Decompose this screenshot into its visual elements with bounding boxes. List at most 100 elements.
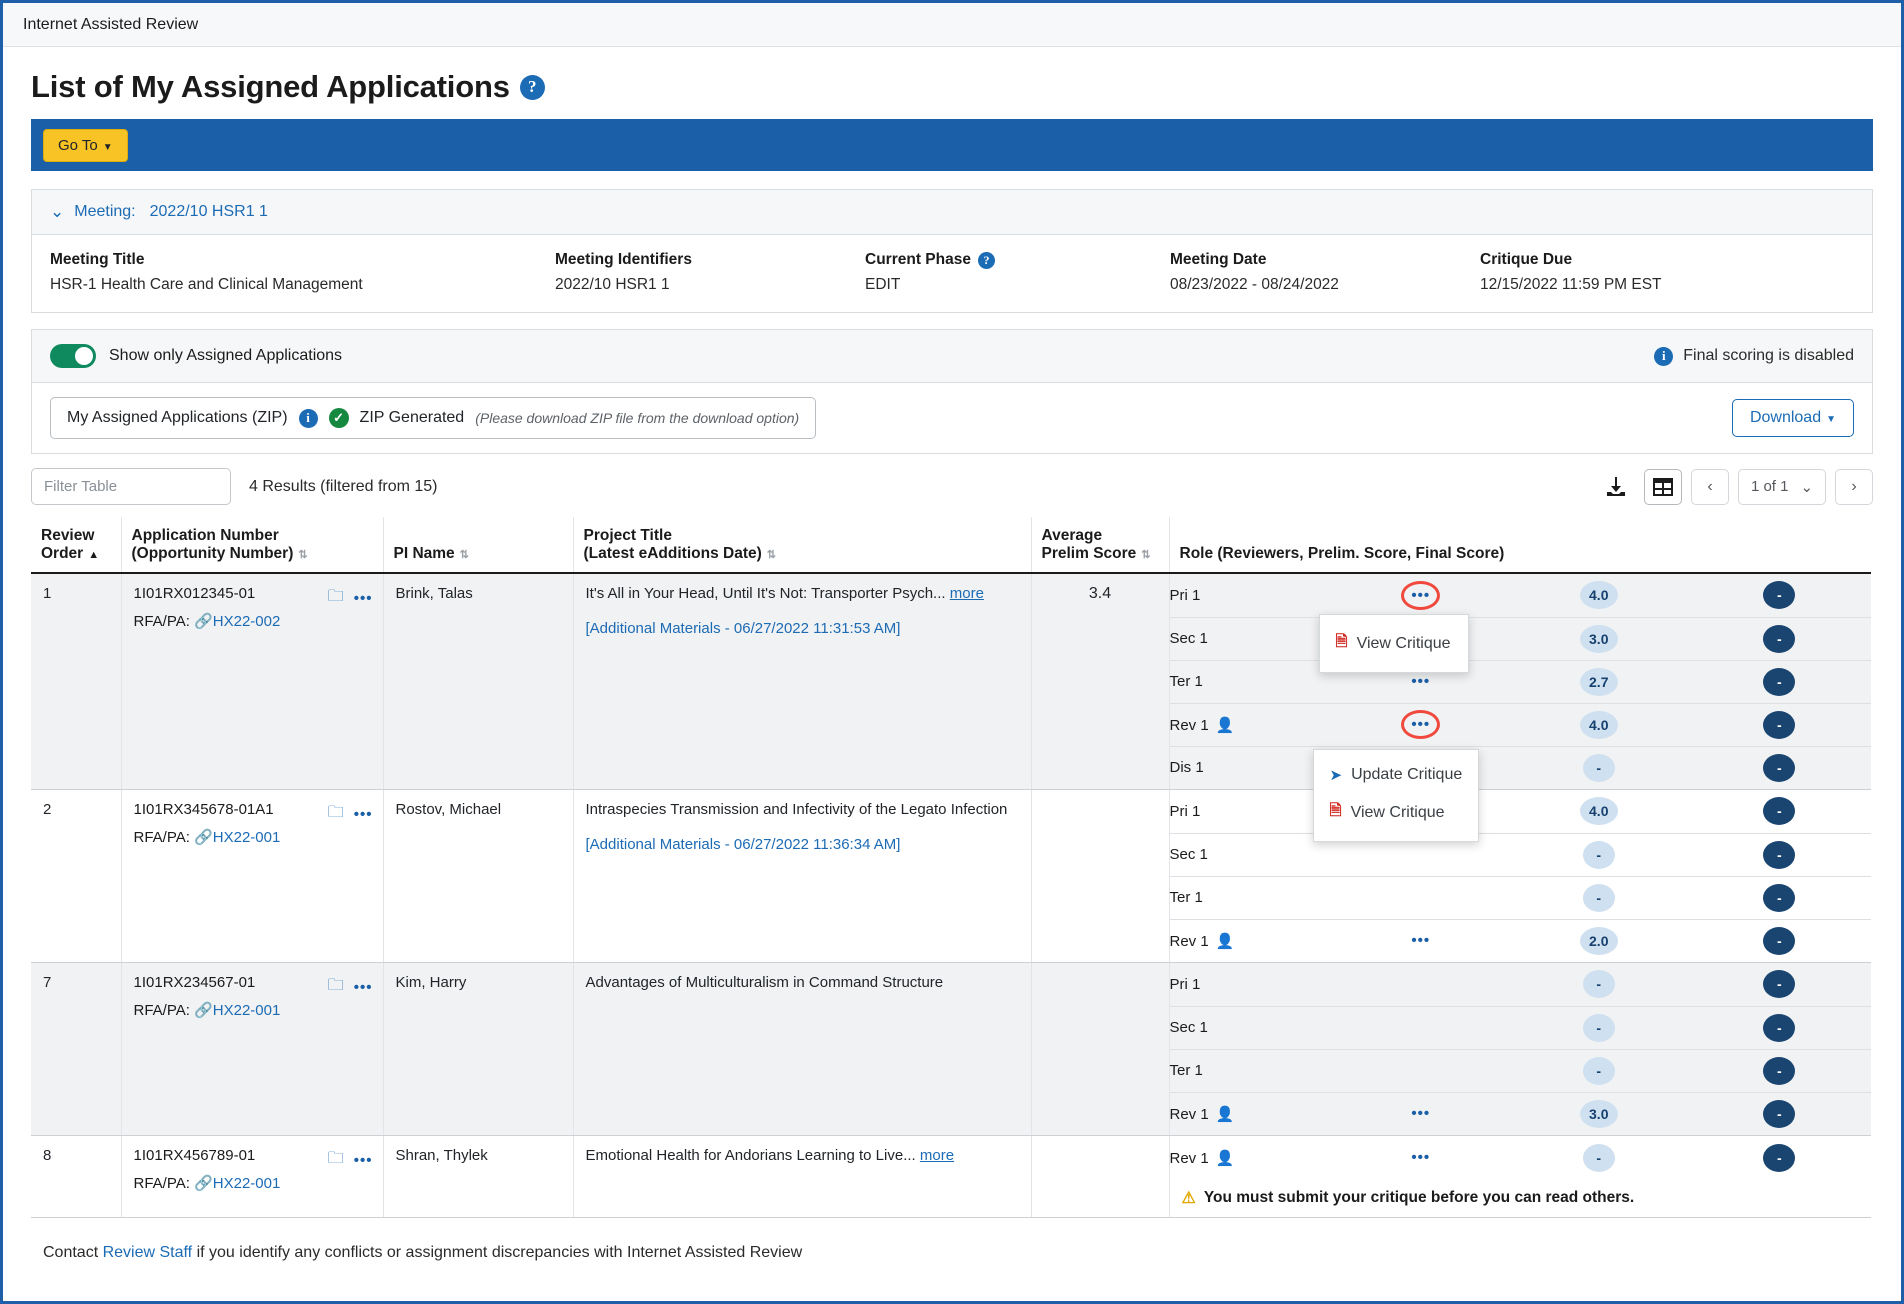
ellipsis-icon[interactable]: ••• bbox=[1411, 1105, 1430, 1122]
meeting-panel-header[interactable]: ⌄ Meeting: 2022/10 HSR1 1 bbox=[32, 190, 1872, 235]
table-row: 8 1I01RX456789-01 🗀 ••• RFA/PA: 🔗HX22-00… bbox=[31, 1135, 1871, 1218]
prelim-score-pill: - bbox=[1582, 1143, 1615, 1172]
more-link[interactable]: more bbox=[950, 585, 984, 602]
rfa-link[interactable]: HX22-001 bbox=[213, 829, 281, 846]
external-link-icon[interactable]: 🔗 bbox=[194, 829, 213, 846]
sort-both-icon: ⇅ bbox=[1141, 549, 1151, 561]
cell-roles: Rev 1 👤 ••• - - ⚠ You must submit your cr… bbox=[1169, 1135, 1871, 1218]
more-link[interactable]: more bbox=[920, 1147, 954, 1164]
go-to-button[interactable]: Go To ▼ bbox=[43, 128, 128, 162]
average-prelim-score bbox=[1032, 1136, 1169, 1147]
ellipsis-icon[interactable]: ••• bbox=[1411, 673, 1430, 690]
role-menu-highlight[interactable]: ••• bbox=[1401, 710, 1440, 739]
folder-open-icon[interactable]: 🗀 bbox=[328, 801, 344, 828]
review-staff-link[interactable]: Review Staff bbox=[103, 1244, 193, 1261]
prelim-score-pill: 3.0 bbox=[1579, 624, 1618, 653]
cell-application-number: 1I01RX012345-01 🗀 ••• RFA/PA: 🔗HX22-002 bbox=[121, 573, 384, 790]
project-title: It's All in Your Head, Until It's Not: T… bbox=[585, 585, 946, 602]
ellipsis-icon[interactable]: ••• bbox=[1411, 932, 1430, 949]
menu-item-view-critique[interactable]: 🗎 View Critique bbox=[1314, 792, 1479, 833]
cell-roles: Pri 1 ••• 4.0 - Sec 1 - - Ter 1 bbox=[1169, 789, 1871, 963]
prelim-score-pill: 4.0 bbox=[1579, 710, 1618, 739]
chevron-down-icon[interactable]: ⌄ bbox=[50, 202, 64, 222]
ellipsis-icon[interactable]: ••• bbox=[354, 590, 373, 607]
prelim-score-pill: - bbox=[1582, 883, 1615, 912]
review-order-value: 2 bbox=[43, 801, 52, 818]
additional-materials-link[interactable]: [Additional Materials - 06/27/2022 11:31… bbox=[586, 620, 1021, 637]
final-scoring-text: Final scoring is disabled bbox=[1683, 347, 1854, 364]
meeting-label: Meeting: bbox=[74, 203, 136, 220]
page-next-button[interactable]: › bbox=[1835, 468, 1873, 505]
question-circle-icon[interactable]: ? bbox=[977, 251, 995, 269]
final-score-pill: - bbox=[1763, 797, 1796, 826]
ellipsis-icon[interactable]: ••• bbox=[1411, 1149, 1430, 1166]
filter-table-input[interactable] bbox=[31, 468, 231, 505]
external-link-icon[interactable]: 🔗 bbox=[194, 1002, 213, 1019]
role-name: Ter 1 bbox=[1169, 1062, 1203, 1079]
page-select[interactable]: 1 of 1 ⌄ bbox=[1738, 468, 1826, 505]
ellipsis-icon[interactable]: ••• bbox=[1411, 716, 1430, 733]
cell-average-prelim-score: 3.4 bbox=[1031, 573, 1170, 790]
folder-open-icon[interactable]: 🗀 bbox=[328, 1147, 344, 1174]
col-average-prelim-score[interactable]: Average Prelim Score ⇅ bbox=[1031, 517, 1170, 574]
table-controls-right: ‹ 1 of 1 ⌄ › bbox=[1597, 468, 1873, 505]
info-circle-icon[interactable]: i bbox=[298, 408, 318, 428]
role-context-menu-b[interactable]: ➤ Update Critique 🗎 View Critique bbox=[1312, 749, 1480, 842]
ellipsis-icon[interactable]: ••• bbox=[354, 979, 373, 996]
menu-item-view-critique[interactable]: 🗎 View Critique bbox=[1320, 623, 1468, 664]
info-circle-icon[interactable]: i bbox=[1654, 346, 1674, 366]
pdf-file-icon: 🗎 bbox=[1329, 802, 1342, 819]
chevron-right-icon: › bbox=[1851, 477, 1857, 495]
zip-panel: My Assigned Applications (ZIP) i ✓ ZIP G… bbox=[31, 383, 1873, 454]
browser-window: Internet Assisted Review List of My Assi… bbox=[0, 0, 1904, 1304]
contact-prefix: Contact bbox=[43, 1244, 103, 1261]
role-row: Rev 1 👤 ••• 4.0 - bbox=[1169, 703, 1871, 747]
rfa-link[interactable]: HX22-001 bbox=[213, 1002, 281, 1019]
show-assigned-toggle[interactable] bbox=[50, 344, 96, 368]
cell-average-prelim-score bbox=[1031, 962, 1170, 1136]
table-grid-icon[interactable] bbox=[1644, 468, 1682, 505]
field-label: Meeting Identifiers bbox=[555, 251, 692, 268]
download-icon[interactable] bbox=[1597, 469, 1635, 505]
pi-name: Rostov, Michael bbox=[395, 801, 502, 818]
ellipsis-icon[interactable]: ••• bbox=[354, 806, 373, 823]
external-link-icon[interactable]: 🔗 bbox=[194, 1175, 213, 1192]
download-button[interactable]: Download ▼ bbox=[1731, 399, 1854, 437]
table-row: 1 1I01RX012345-01 🗀 ••• RFA/PA: 🔗HX22-00… bbox=[31, 573, 1871, 842]
folder-open-icon[interactable]: 🗀 bbox=[328, 974, 344, 1001]
role-menu-highlight[interactable]: ••• bbox=[1401, 580, 1440, 610]
menu-item-update-critique[interactable]: ➤ Update Critique bbox=[1314, 758, 1479, 792]
role-context-menu-a[interactable]: 🗎 View Critique bbox=[1318, 614, 1469, 673]
external-link-icon[interactable]: 🔗 bbox=[194, 613, 213, 630]
prelim-score-pill: 3.0 bbox=[1579, 1099, 1618, 1128]
additional-materials-link[interactable]: [Additional Materials - 06/27/2022 11:36… bbox=[586, 836, 1021, 853]
col-pi-name[interactable]: PI Name ⇅ bbox=[383, 517, 574, 574]
cell-review-order: 2 bbox=[31, 789, 122, 963]
folder-open-icon[interactable]: 🗀 bbox=[328, 585, 344, 612]
table-controls-left: 4 Results (filtered from 15) bbox=[31, 468, 438, 505]
show-assigned-toggle-group[interactable]: Show only Assigned Applications bbox=[50, 344, 342, 368]
review-order-value: 7 bbox=[43, 974, 52, 991]
field-label-row: Current Phase ? bbox=[865, 251, 1170, 269]
rfa-link[interactable]: HX22-002 bbox=[213, 613, 281, 630]
page-prev-button[interactable]: ‹ bbox=[1691, 468, 1729, 505]
question-circle-icon[interactable]: ? bbox=[519, 74, 545, 100]
window-titlebar: Internet Assisted Review bbox=[3, 3, 1901, 47]
role-row: Sec 1 - - bbox=[1169, 833, 1871, 877]
col-line2: Order bbox=[41, 545, 84, 562]
average-prelim-score bbox=[1032, 790, 1169, 801]
col-application-number[interactable]: Application Number (Opportunity Number) ⇅ bbox=[121, 517, 384, 574]
menu-item-label: View Critique bbox=[1350, 803, 1445, 821]
final-score-pill: - bbox=[1763, 1013, 1796, 1042]
col-review-order[interactable]: Review Order ▲ bbox=[31, 517, 122, 574]
go-to-label: Go To bbox=[58, 136, 98, 154]
field-label: Critique Due bbox=[1480, 251, 1573, 268]
col-project-title[interactable]: Project Title (Latest eAdditions Date) ⇅ bbox=[573, 517, 1032, 574]
ellipsis-icon[interactable]: ••• bbox=[1411, 587, 1430, 604]
cell-project-title: Advantages of Multiculturalism in Comman… bbox=[573, 962, 1032, 1136]
sort-both-icon: ⇅ bbox=[459, 549, 469, 561]
ellipsis-icon[interactable]: ••• bbox=[354, 1152, 373, 1169]
col-line1: Review bbox=[41, 527, 95, 544]
rfa-link[interactable]: HX22-001 bbox=[213, 1175, 281, 1192]
cell-pi-name: Rostov, Michael bbox=[383, 789, 574, 963]
